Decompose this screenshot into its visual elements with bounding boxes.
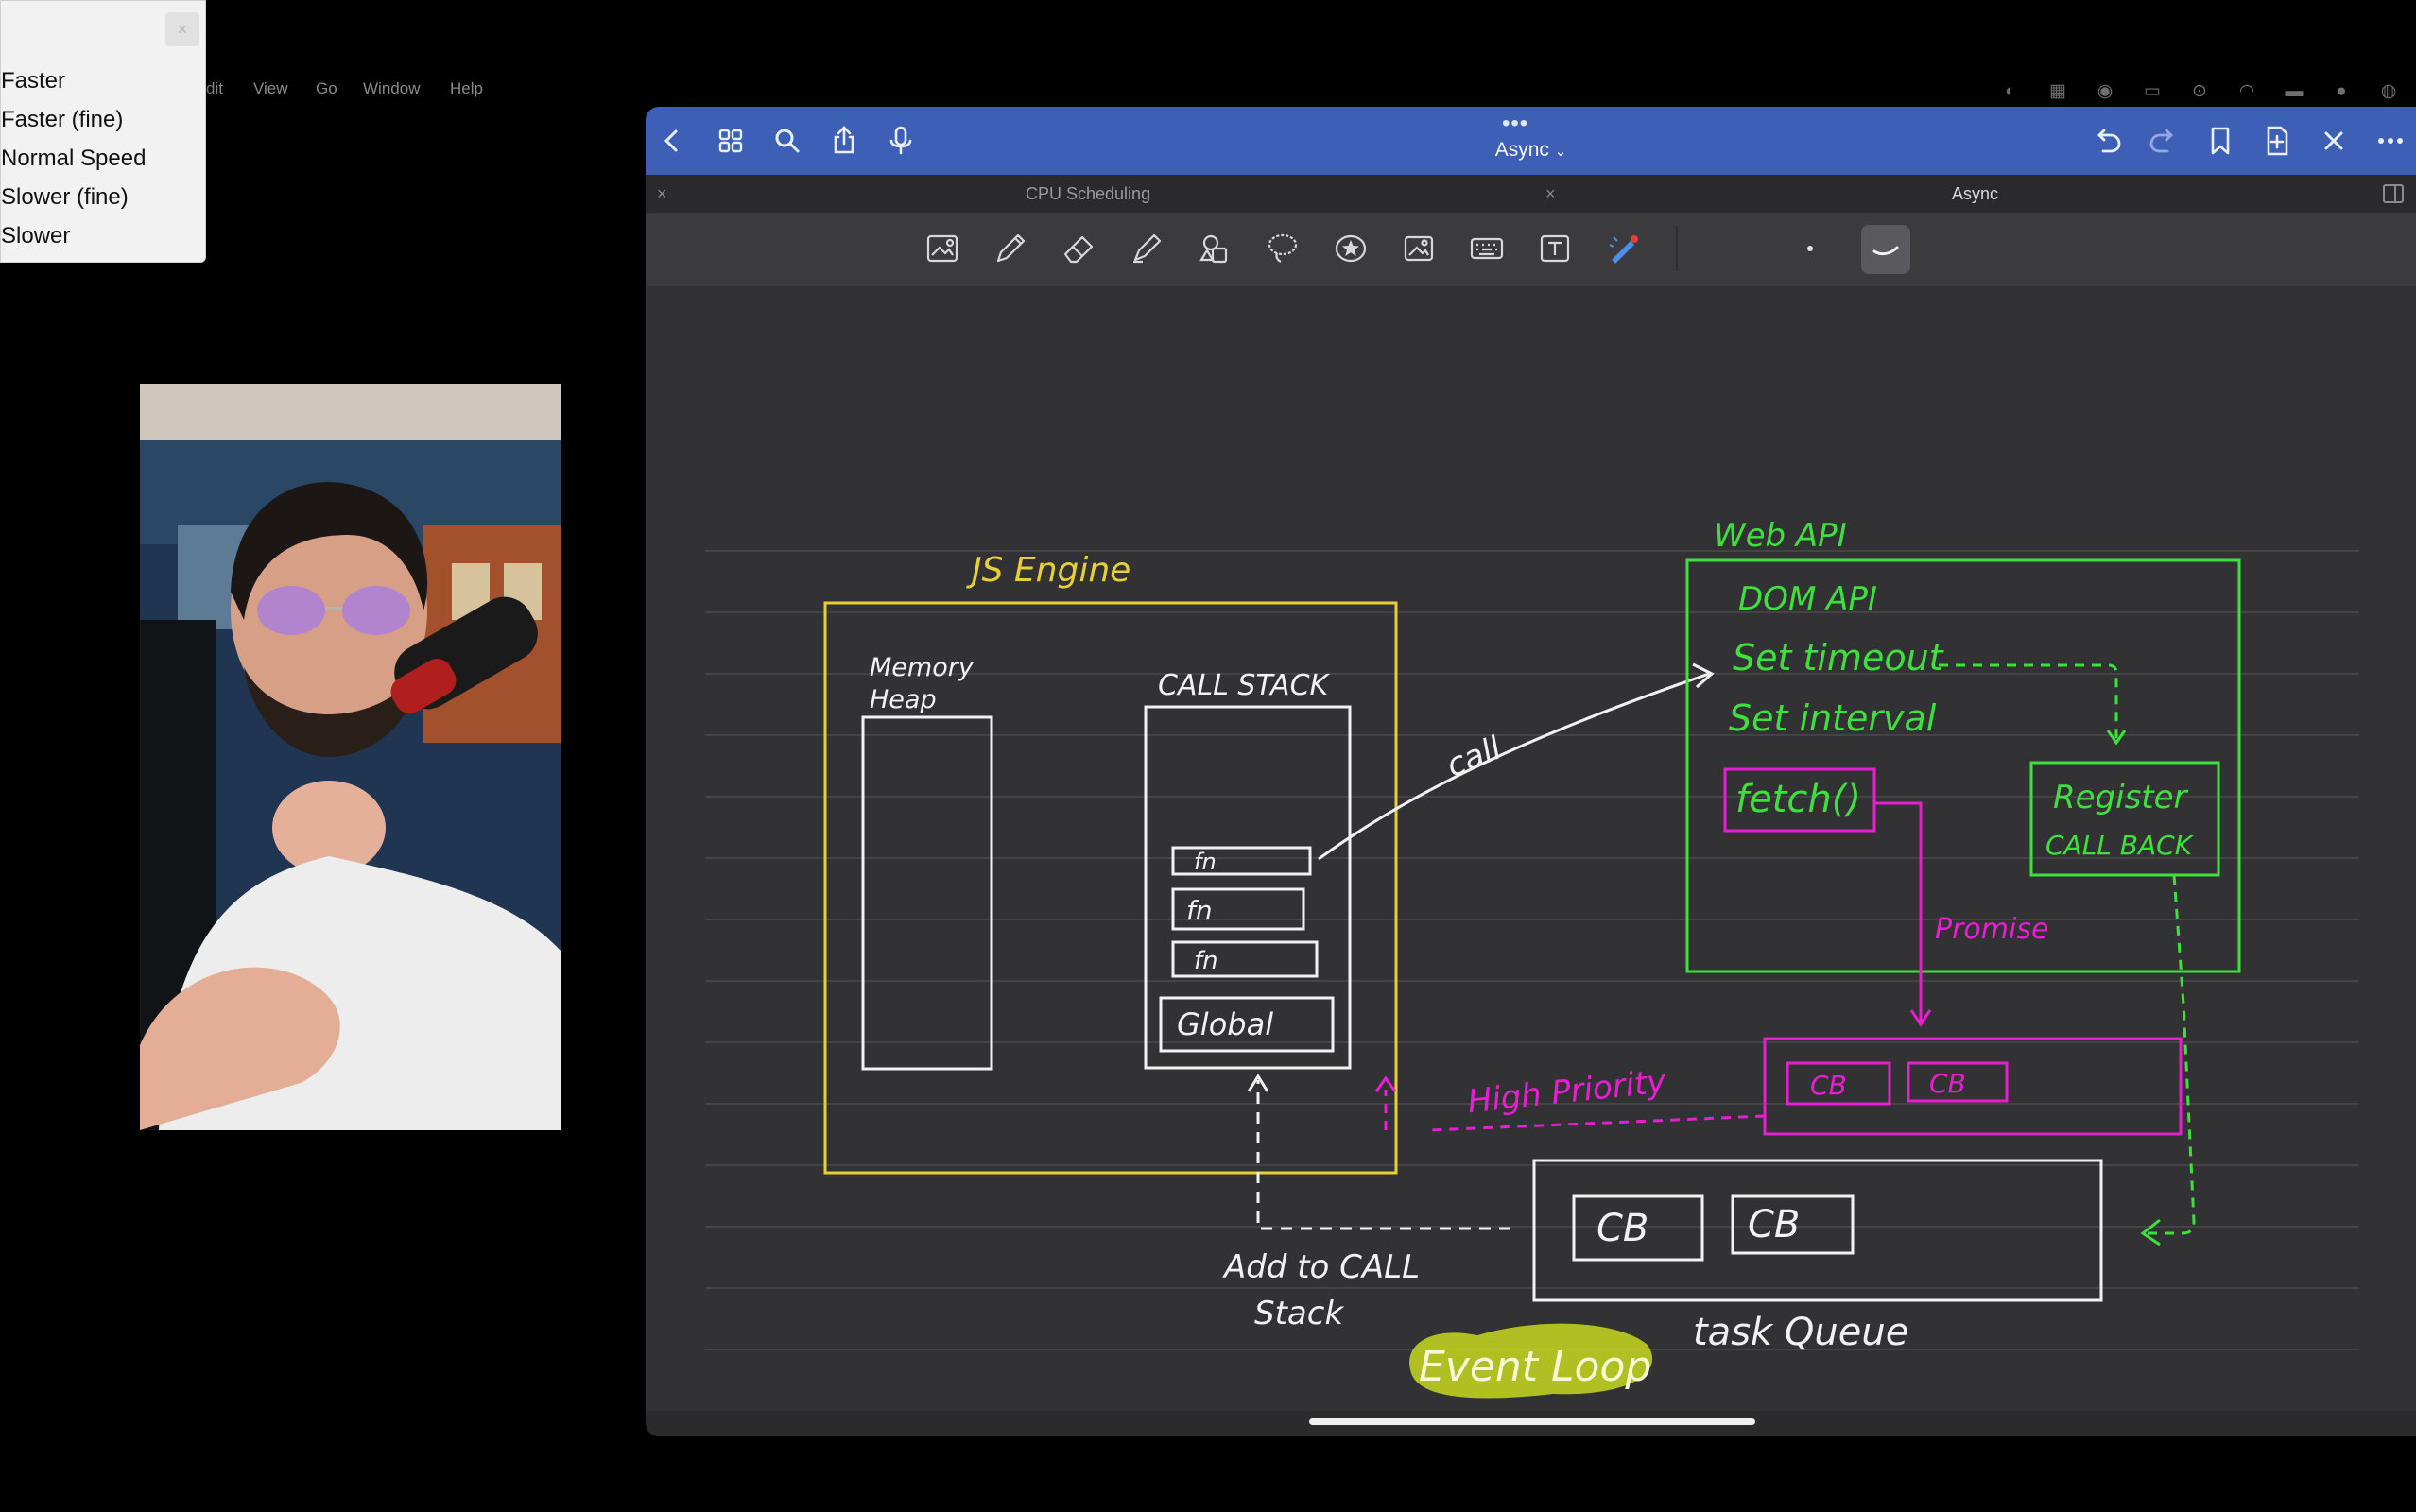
menu-view[interactable]: View bbox=[253, 79, 288, 98]
stack-frame-label: fn bbox=[1194, 947, 1218, 975]
call-label: call bbox=[1441, 730, 1508, 785]
speed-option-slower[interactable]: Slower bbox=[1, 218, 199, 254]
menubar-app-icon[interactable]: ◐ bbox=[2000, 81, 2021, 102]
dom-api-label: DOM API bbox=[1738, 580, 1877, 618]
speed-menu: × Faster Faster (fine) Normal Speed Slow… bbox=[0, 0, 206, 263]
tool-bar bbox=[646, 213, 2416, 288]
event-loop-diagram: JS Engine Memory Heap CALL STACK fn fn f… bbox=[705, 517, 2359, 1399]
stack-frame-label: fn bbox=[1186, 895, 1213, 926]
speed-option-faster-fine[interactable]: Faster (fine) bbox=[1, 102, 199, 138]
promise-arrow bbox=[1874, 801, 1923, 1022]
callback-label: CALL BACK bbox=[2045, 830, 2195, 861]
notes-app-window: ••• Async ⌄ × CPU Scheduling × Async JS … bbox=[646, 107, 2416, 1436]
tab-async[interactable]: Async bbox=[1952, 175, 1998, 213]
toolbar-divider bbox=[1676, 226, 1678, 271]
memory-heap-box bbox=[861, 715, 993, 1071]
menubar-record-icon[interactable]: ⊙ bbox=[2189, 81, 2210, 102]
task-queue-label: task Queue bbox=[1693, 1311, 1908, 1354]
menu-edit[interactable]: dit bbox=[206, 79, 223, 98]
tab-close-icon[interactable]: × bbox=[1545, 175, 1556, 213]
menubar-camera-icon[interactable]: ▭ bbox=[2142, 81, 2163, 102]
menubar-user-icon[interactable]: ◉ bbox=[2095, 81, 2115, 102]
shapes-tool-icon[interactable] bbox=[1192, 226, 1237, 271]
promise-label: Promise bbox=[1935, 913, 2048, 946]
set-timeout-label: Set timeout bbox=[1733, 637, 1945, 679]
set-interval-label: Set interval bbox=[1729, 697, 1937, 739]
speed-option-slower-fine[interactable]: Slower (fine) bbox=[1, 180, 199, 215]
fetch-label: fetch() bbox=[1735, 778, 1861, 821]
bookmark-icon[interactable] bbox=[2201, 122, 2239, 160]
add-to-call-stack-label-2: Stack bbox=[1254, 1295, 1344, 1332]
high-priority-label: High Priority bbox=[1466, 1062, 1668, 1121]
task-cb-label: CB bbox=[1596, 1207, 1648, 1250]
register-label: Register bbox=[2053, 779, 2189, 816]
add-to-call-stack-label-1: Add to CALL bbox=[1222, 1248, 1420, 1286]
call-arrow bbox=[1318, 672, 1710, 861]
nav-bar: ••• Async ⌄ bbox=[646, 107, 2416, 175]
tab-close-icon[interactable]: × bbox=[657, 175, 667, 213]
menu-help[interactable]: Help bbox=[450, 79, 483, 98]
home-indicator bbox=[1309, 1418, 1755, 1425]
pen-tool-icon[interactable] bbox=[988, 226, 1033, 271]
presenter-image bbox=[140, 384, 561, 1130]
wifi-icon[interactable]: ◠ bbox=[2236, 81, 2257, 102]
sticker-tool-icon[interactable] bbox=[1328, 226, 1373, 271]
web-api-box bbox=[1685, 558, 2241, 973]
split-view-icon[interactable] bbox=[2383, 184, 2404, 203]
web-api-label: Web API bbox=[1714, 517, 1847, 555]
battery-icon[interactable]: ▬ bbox=[2284, 81, 2304, 102]
menu-go[interactable]: Go bbox=[316, 79, 337, 98]
speed-option-faster[interactable]: Faster bbox=[1, 63, 199, 99]
menu-window[interactable]: Window bbox=[363, 79, 420, 98]
tab-bar: × CPU Scheduling × Async bbox=[646, 175, 2416, 213]
image-scan-tool-icon[interactable] bbox=[920, 226, 965, 271]
keyboard-tool-icon[interactable] bbox=[1464, 226, 1510, 271]
laser-pointer-tool-icon[interactable] bbox=[1600, 226, 1646, 271]
menubar-siri-icon[interactable]: ● bbox=[2331, 81, 2352, 102]
highlighter-tool-icon[interactable] bbox=[1124, 226, 1169, 271]
more-icon[interactable] bbox=[2372, 122, 2409, 160]
menubar-status-icons: ◐ ▦ ◉ ▭ ⊙ ◠ ▬ ● ◍ bbox=[2000, 76, 2416, 110]
image-tool-icon[interactable] bbox=[1396, 226, 1441, 271]
undo-icon[interactable] bbox=[2088, 122, 2126, 160]
tab-cpu-scheduling[interactable]: CPU Scheduling bbox=[1026, 175, 1150, 213]
high-priority-arrowhead bbox=[1374, 1075, 1397, 1092]
close-icon[interactable] bbox=[2315, 122, 2353, 160]
microtask-cb-label: CB bbox=[1810, 1070, 1847, 1101]
menubar-grid-icon[interactable]: ▦ bbox=[2047, 81, 2068, 102]
memory-heap-label-2: Heap bbox=[870, 685, 937, 714]
stroke-width-dot[interactable] bbox=[1807, 246, 1813, 251]
lasso-tool-icon[interactable] bbox=[1260, 226, 1305, 271]
note-canvas[interactable]: JS Engine Memory Heap CALL STACK fn fn f… bbox=[646, 286, 2416, 1411]
timeout-register-arrow bbox=[1939, 663, 2118, 740]
js-engine-label: JS Engine bbox=[966, 551, 1130, 590]
add-page-icon[interactable] bbox=[2258, 122, 2296, 160]
close-icon[interactable]: × bbox=[165, 12, 199, 46]
event-loop-label: Event Loop bbox=[1419, 1343, 1651, 1391]
speed-option-normal[interactable]: Normal Speed bbox=[1, 141, 199, 177]
title-chevron-icon[interactable]: ⌄ bbox=[1555, 144, 1567, 160]
memory-heap-label-1: Memory bbox=[870, 653, 975, 682]
webcam-video bbox=[140, 384, 561, 1130]
stroke-style-button[interactable] bbox=[1861, 225, 1910, 274]
more-dots-icon[interactable]: ••• bbox=[1502, 111, 1528, 137]
stack-frame-label: fn bbox=[1194, 849, 1217, 875]
task-cb-label: CB bbox=[1748, 1203, 1800, 1246]
call-stack-label: CALL STACK bbox=[1158, 669, 1331, 702]
document-title-text[interactable]: Async bbox=[1495, 139, 1549, 161]
callback-to-task-queue-arrow bbox=[2145, 874, 2196, 1235]
microtask-cb-label: CB bbox=[1929, 1068, 1966, 1099]
global-frame-label: Global bbox=[1177, 1006, 1273, 1042]
redo-icon[interactable] bbox=[2145, 122, 2183, 160]
text-tool-icon[interactable] bbox=[1532, 226, 1578, 271]
control-center-icon[interactable]: ◍ bbox=[2378, 81, 2399, 102]
eraser-tool-icon[interactable] bbox=[1056, 226, 1101, 271]
